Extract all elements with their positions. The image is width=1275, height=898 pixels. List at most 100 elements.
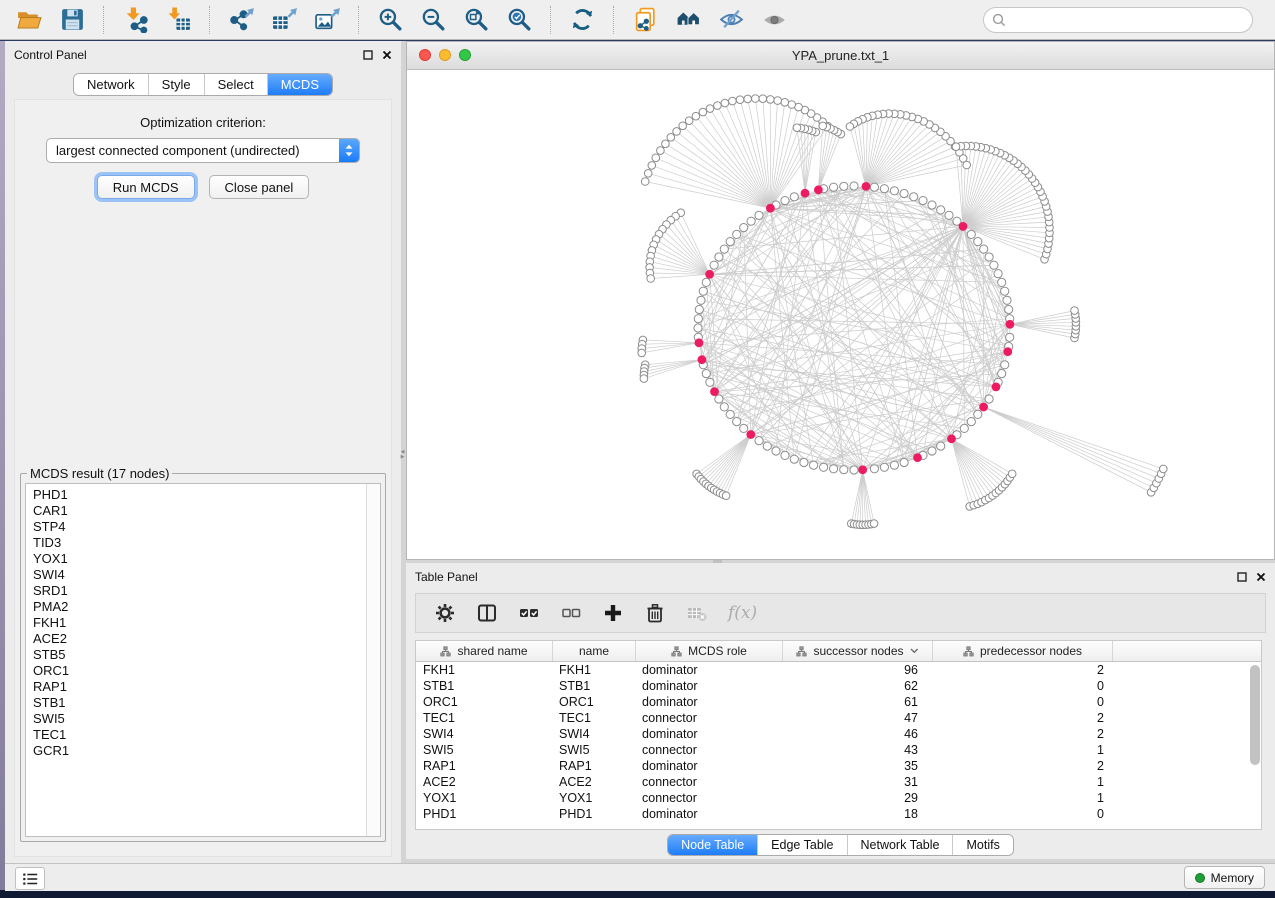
zoom-out-button[interactable] xyxy=(415,3,452,37)
cell-name: YOX1 xyxy=(552,790,635,806)
column-header-predecessor-nodes[interactable]: predecessor nodes xyxy=(932,641,1112,661)
mcds-result-item[interactable]: STP4 xyxy=(33,519,380,535)
mcds-result-item[interactable]: YOX1 xyxy=(33,551,380,567)
mcds-result-item[interactable]: STB1 xyxy=(33,695,380,711)
select-stepper-icon xyxy=(339,139,359,162)
column-header-MCDS-role[interactable]: MCDS role xyxy=(635,641,782,661)
mcds-result-item[interactable]: CAR1 xyxy=(33,503,380,519)
deselect-all-rows-button[interactable] xyxy=(560,602,582,624)
function-builder-button: f(x) xyxy=(728,603,757,623)
shared-column-icon xyxy=(963,646,974,657)
cell-shared-name: PHD1 xyxy=(416,806,552,822)
close-panel-button[interactable]: Close panel xyxy=(209,175,310,199)
memory-button[interactable]: Memory xyxy=(1184,866,1265,889)
mcds-result-item[interactable]: ACE2 xyxy=(33,631,380,647)
cell-MCDS-role: dominator xyxy=(635,758,782,774)
close-panel-icon[interactable] xyxy=(382,50,392,60)
function-builder-icon: f(x) xyxy=(728,603,757,623)
tab-motifs[interactable]: Motifs xyxy=(952,835,1012,855)
window-maximize-icon[interactable] xyxy=(459,49,471,61)
select-all-rows-button[interactable] xyxy=(518,602,540,624)
duplicate-network-button[interactable] xyxy=(627,3,664,37)
mcds-result-item[interactable]: PMA2 xyxy=(33,599,380,615)
zoom-fit-button[interactable] xyxy=(458,3,495,37)
refresh-layout-button[interactable] xyxy=(564,3,601,37)
mcds-result-item[interactable]: TEC1 xyxy=(33,727,380,743)
mcds-result-item[interactable]: GCR1 xyxy=(33,743,380,759)
mcds-list-scrollbar[interactable] xyxy=(366,484,380,836)
cell-successor-nodes: 46 xyxy=(782,726,932,742)
import-network-button[interactable] xyxy=(117,3,154,37)
table-scrollbar-thumb[interactable] xyxy=(1250,665,1260,765)
tab-network[interactable]: Network xyxy=(74,74,148,95)
task-history-button[interactable] xyxy=(15,867,45,890)
window-minimize-icon[interactable] xyxy=(439,49,451,61)
table-row[interactable]: TEC1TEC1connector472 xyxy=(416,710,1261,726)
mcds-result-item[interactable]: PHD1 xyxy=(33,487,380,503)
table-row[interactable]: YOX1YOX1connector291 xyxy=(416,790,1261,806)
cell-MCDS-role: dominator xyxy=(635,806,782,822)
table-row[interactable]: ORC1ORC1dominator610 xyxy=(416,694,1261,710)
column-header-name[interactable]: name xyxy=(552,641,635,661)
shared-column-icon xyxy=(440,646,451,657)
mcds-result-item[interactable]: SWI4 xyxy=(33,567,380,583)
vertical-splitter-handle[interactable]: ◀▶ xyxy=(399,446,406,464)
search-icon xyxy=(992,13,1006,27)
table-row[interactable]: SWI4SWI4dominator462 xyxy=(416,726,1261,742)
window-close-icon[interactable] xyxy=(419,49,431,61)
export-image-icon xyxy=(314,6,341,33)
cell-shared-name: SWI5 xyxy=(416,742,552,758)
float-table-panel-icon[interactable] xyxy=(1237,572,1247,582)
column-header-successor-nodes[interactable]: successor nodes xyxy=(782,641,932,661)
mcds-result-list[interactable]: PHD1CAR1STP4TID3YOX1SWI4SRD1PMA2FKH1ACE2… xyxy=(25,483,381,837)
float-panel-icon[interactable] xyxy=(363,50,373,60)
cell-name: ACE2 xyxy=(552,774,635,790)
table-row[interactable]: STB1STB1dominator620 xyxy=(416,678,1261,694)
mcds-result-item[interactable]: ORC1 xyxy=(33,663,380,679)
add-column-button[interactable] xyxy=(602,602,624,624)
table-settings-button[interactable] xyxy=(434,602,456,624)
export-network-button[interactable] xyxy=(223,3,260,37)
mcds-result-item[interactable]: SWI5 xyxy=(33,711,380,727)
table-row[interactable]: FKH1FKH1dominator962 xyxy=(416,662,1261,678)
export-image-button[interactable] xyxy=(309,3,346,37)
mcds-result-item[interactable]: RAP1 xyxy=(33,679,380,695)
export-table-button[interactable] xyxy=(266,3,303,37)
tab-mcds[interactable]: MCDS xyxy=(267,74,332,95)
delete-column-button[interactable] xyxy=(644,602,666,624)
save-session-button[interactable] xyxy=(54,3,91,37)
criterion-value: largest connected component (undirected) xyxy=(47,143,339,158)
tab-select[interactable]: Select xyxy=(204,74,267,95)
show-all-button[interactable] xyxy=(756,3,793,37)
close-table-panel-icon[interactable] xyxy=(1256,572,1266,582)
first-neighbors-button[interactable] xyxy=(670,3,707,37)
show-columns-button[interactable] xyxy=(476,602,498,624)
mcds-result-item[interactable]: STB5 xyxy=(33,647,380,663)
zoom-selected-button[interactable] xyxy=(501,3,538,37)
run-mcds-button[interactable]: Run MCDS xyxy=(97,175,195,199)
tab-edge-table[interactable]: Edge Table xyxy=(757,835,846,855)
mcds-result-item[interactable]: TID3 xyxy=(33,535,380,551)
mcds-result-item[interactable]: SRD1 xyxy=(33,583,380,599)
zoom-fit-icon xyxy=(463,6,490,33)
table-row[interactable]: SWI5SWI5connector431 xyxy=(416,742,1261,758)
delete-table-button xyxy=(686,602,708,624)
tab-style[interactable]: Style xyxy=(148,74,204,95)
network-canvas[interactable] xyxy=(407,70,1274,560)
tab-network-table[interactable]: Network Table xyxy=(847,835,953,855)
table-row[interactable]: RAP1RAP1dominator352 xyxy=(416,758,1261,774)
control-panel-tabbar: NetworkStyleSelectMCDS xyxy=(73,73,333,96)
hide-selected-button[interactable] xyxy=(713,3,750,37)
mcds-result-item[interactable]: FKH1 xyxy=(33,615,380,631)
import-table-button[interactable] xyxy=(160,3,197,37)
criterion-select[interactable]: largest connected component (undirected) xyxy=(46,138,360,163)
tab-node-table[interactable]: Node Table xyxy=(668,835,757,855)
zoom-in-button[interactable] xyxy=(372,3,409,37)
search-input[interactable] xyxy=(983,7,1253,33)
column-header-shared-name[interactable]: shared name xyxy=(416,641,552,661)
export-network-icon xyxy=(228,6,255,33)
open-file-button[interactable] xyxy=(11,3,48,37)
table-row[interactable]: PHD1PHD1dominator180 xyxy=(416,806,1261,822)
table-row[interactable]: ACE2ACE2connector311 xyxy=(416,774,1261,790)
cell-MCDS-role: dominator xyxy=(635,726,782,742)
